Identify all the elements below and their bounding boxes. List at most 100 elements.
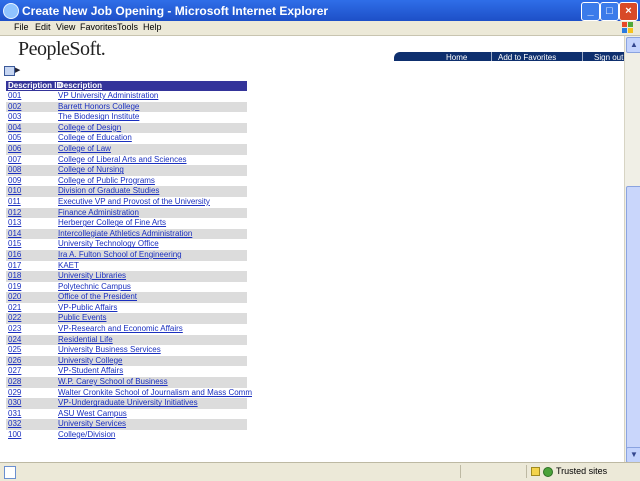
description-link[interactable]: Polytechnic Campus (58, 282, 131, 291)
description-id-link[interactable]: 031 (8, 409, 21, 418)
description-link[interactable]: Barrett Honors College (58, 102, 139, 111)
add-to-favorites-link[interactable]: Add to Favorites (498, 53, 556, 62)
description-id-link[interactable]: 022 (8, 313, 21, 322)
description-id-link[interactable]: 024 (8, 335, 21, 344)
table-row: 001 VP University Administration (6, 91, 247, 102)
scroll-thumb[interactable] (626, 186, 640, 450)
menu-favorites[interactable]: Favorites (80, 22, 117, 32)
menu-tools[interactable]: Tools (117, 22, 138, 32)
grid-toggle-icon[interactable] (4, 66, 15, 76)
description-link[interactable]: College/Division (58, 430, 115, 439)
description-id-link[interactable]: 011 (8, 197, 21, 206)
description-link[interactable]: Office of the President (58, 292, 137, 301)
description-link[interactable]: Herberger College of Fine Arts (58, 218, 166, 227)
description-id-link[interactable]: 001 (8, 91, 21, 100)
description-link[interactable]: University Services (58, 419, 126, 428)
table-row: 017 KAET (6, 261, 247, 272)
description-link[interactable]: VP-Student Affairs (58, 366, 123, 375)
scroll-up-button[interactable]: ▲ (626, 37, 640, 53)
description-link[interactable]: Walter Cronkite School of Journalism and… (58, 388, 252, 397)
description-link[interactable]: College of Design (58, 123, 121, 132)
home-link[interactable]: Home (446, 53, 467, 62)
description-id-link[interactable]: 003 (8, 112, 21, 121)
description-link[interactable]: Public Events (58, 313, 106, 322)
sign-out-link[interactable]: Sign out (594, 53, 623, 62)
table-row: 003 The Biodesign Institute (6, 112, 247, 123)
table-row: 030 VP-Undergraduate University Initiativ… (6, 398, 247, 409)
description-link[interactable]: University Libraries (58, 271, 126, 280)
description-id-link[interactable]: 008 (8, 165, 21, 174)
description-link[interactable]: KAET (58, 261, 79, 270)
description-link[interactable]: University Technology Office (58, 239, 159, 248)
description-id-link[interactable]: 007 (8, 155, 21, 164)
description-id-link[interactable]: 025 (8, 345, 21, 354)
description-link[interactable]: College of Liberal Arts and Sciences (58, 155, 187, 164)
description-link[interactable]: College of Nursing (58, 165, 124, 174)
description-link[interactable]: University Business Services (58, 345, 161, 354)
description-id-link[interactable]: 009 (8, 176, 21, 185)
description-id-link[interactable]: 029 (8, 388, 21, 397)
description-id-link[interactable]: 032 (8, 419, 21, 428)
menu-file[interactable]: File (14, 22, 29, 32)
description-id-link[interactable]: 004 (8, 123, 21, 132)
description-id-link[interactable]: 013 (8, 218, 21, 227)
table-row: 018 University Libraries (6, 271, 247, 282)
expand-arrow-icon[interactable]: ▶ (15, 66, 20, 74)
description-id-link[interactable]: 026 (8, 356, 21, 365)
description-link[interactable]: Intercollegiate Athletics Administration (58, 229, 192, 238)
description-link[interactable]: Division of Graduate Studies (58, 186, 159, 195)
description-link[interactable]: W.P. Carey School of Business (58, 377, 168, 386)
description-link[interactable]: The Biodesign Institute (58, 112, 139, 121)
description-link[interactable]: Executive VP and Provost of the Universi… (58, 197, 210, 206)
lock-icon (531, 467, 540, 476)
description-link[interactable]: College of Law (58, 144, 111, 153)
description-id-link[interactable]: 010 (8, 186, 21, 195)
description-id-link[interactable]: 100 (8, 430, 21, 439)
description-link[interactable]: VP-Research and Economic Affairs (58, 324, 183, 333)
menu-edit[interactable]: Edit (35, 22, 51, 32)
description-link[interactable]: VP University Administration (58, 91, 158, 100)
description-id-link[interactable]: 012 (8, 208, 21, 217)
vertical-scrollbar[interactable]: ▲ ▼ (624, 36, 640, 463)
description-id-link[interactable]: 018 (8, 271, 21, 280)
description-id-link[interactable]: 014 (8, 229, 21, 238)
description-id-link[interactable]: 016 (8, 250, 21, 259)
maximize-button[interactable]: □ (600, 2, 619, 21)
close-button[interactable]: × (619, 2, 638, 21)
scroll-down-button[interactable]: ▼ (626, 447, 640, 463)
menu-view[interactable]: View (56, 22, 75, 32)
menu-bar: File Edit View Favorites Tools Help (0, 21, 640, 36)
description-id-link[interactable]: 017 (8, 261, 21, 270)
description-link[interactable]: College of Education (58, 133, 132, 142)
description-link[interactable]: VP-Undergraduate University Initiatives (58, 398, 198, 407)
menu-help[interactable]: Help (143, 22, 162, 32)
table-row: 029 Walter Cronkite School of Journalism … (6, 388, 252, 399)
table-row: 023 VP-Research and Economic Affairs (6, 324, 247, 335)
description-id-link[interactable]: 030 (8, 398, 21, 407)
header-description[interactable]: Description (58, 81, 102, 90)
description-id-link[interactable]: 019 (8, 282, 21, 291)
description-id-link[interactable]: 028 (8, 377, 21, 386)
description-id-link[interactable]: 002 (8, 102, 21, 111)
description-link[interactable]: Residential Life (58, 335, 113, 344)
description-id-link[interactable]: 015 (8, 239, 21, 248)
description-link[interactable]: University College (58, 356, 122, 365)
description-id-link[interactable]: 023 (8, 324, 21, 333)
table-row: 005 College of Education (6, 133, 247, 144)
description-id-link[interactable]: 005 (8, 133, 21, 142)
status-divider (526, 465, 527, 478)
table-row: 022 Public Events (6, 313, 247, 325)
description-link[interactable]: Finance Administration (58, 208, 139, 217)
description-id-link[interactable]: 021 (8, 303, 21, 312)
table-row: 007 College of Liberal Arts and Sciences (6, 155, 247, 166)
description-link[interactable]: Ira A. Fulton School of Engineering (58, 250, 182, 259)
description-id-link[interactable]: 006 (8, 144, 21, 153)
description-link[interactable]: College of Public Programs (58, 176, 155, 185)
description-link[interactable]: ASU West Campus (58, 409, 127, 418)
window-titlebar: Create New Job Opening - Microsoft Inter… (0, 0, 640, 21)
minimize-button[interactable]: _ (581, 2, 600, 21)
description-id-link[interactable]: 027 (8, 366, 21, 375)
description-id-link[interactable]: 020 (8, 292, 21, 301)
description-link[interactable]: VP-Public Affairs (58, 303, 117, 312)
header-description-id[interactable]: Description ID (8, 81, 62, 90)
